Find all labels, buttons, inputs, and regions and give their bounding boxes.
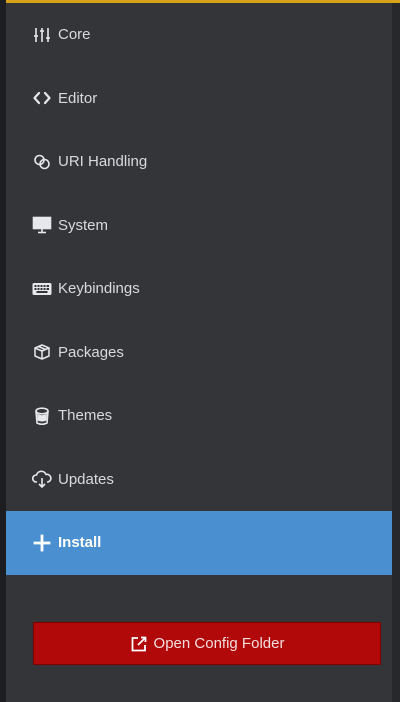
sidebar-item-install[interactable]: Install bbox=[6, 511, 392, 575]
package-icon bbox=[32, 342, 52, 362]
sidebar-item-label: System bbox=[58, 216, 109, 234]
sidebar-item-label: Install bbox=[58, 534, 102, 552]
sidebar-item-label: Keybindings bbox=[58, 280, 140, 298]
open-config-folder-button[interactable]: Open Config Folder bbox=[33, 622, 381, 665]
monitor-icon bbox=[32, 215, 52, 235]
scrollbar-track[interactable] bbox=[392, 3, 400, 702]
sidebar-item-updates[interactable]: Updates bbox=[6, 448, 392, 512]
sidebar-item-editor[interactable]: Editor bbox=[6, 67, 392, 131]
sliders-icon bbox=[32, 25, 52, 45]
open-config-folder-label: Open Config Folder bbox=[153, 635, 285, 652]
sidebar-item-keybindings[interactable]: Keybindings bbox=[6, 257, 392, 321]
sidebar-item-label: Core bbox=[58, 26, 91, 44]
paint-bucket-icon bbox=[32, 406, 52, 426]
sidebar-item-core[interactable]: Core bbox=[6, 3, 392, 67]
sidebar-item-system[interactable]: System bbox=[6, 194, 392, 258]
sidebar-item-label: Packages bbox=[58, 343, 124, 361]
sidebar-item-label: URI Handling bbox=[58, 153, 148, 171]
sidebar-item-label: Updates bbox=[58, 470, 114, 488]
sidebar-item-label: Themes bbox=[58, 407, 113, 425]
settings-sidebar: Core Editor URI Handling System Keybindi… bbox=[6, 3, 392, 575]
settings-window: Core Editor URI Handling System Keybindi… bbox=[0, 0, 400, 702]
plus-icon bbox=[32, 533, 52, 553]
link-icon bbox=[32, 152, 52, 172]
sidebar-item-packages[interactable]: Packages bbox=[6, 321, 392, 385]
code-icon bbox=[32, 88, 52, 108]
sidebar-item-label: Editor bbox=[58, 89, 98, 107]
sidebar-item-themes[interactable]: Themes bbox=[6, 384, 392, 448]
sidebar-item-uri-handling[interactable]: URI Handling bbox=[6, 130, 392, 194]
external-link-icon bbox=[130, 635, 148, 653]
cloud-download-icon bbox=[32, 469, 52, 489]
keyboard-icon bbox=[32, 279, 52, 299]
